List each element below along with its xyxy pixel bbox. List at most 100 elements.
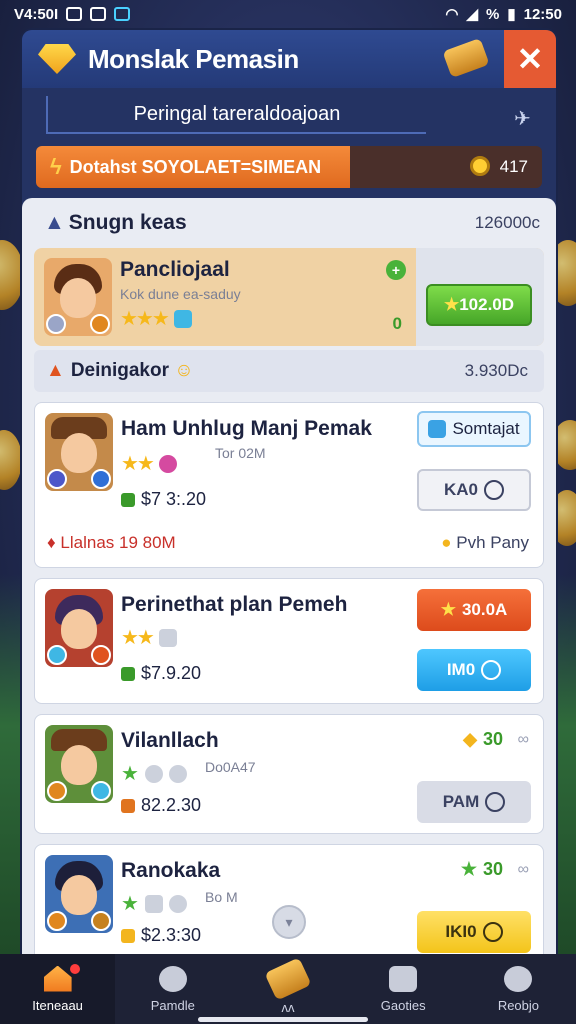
nav-games[interactable]: Gaoties [346,954,461,1024]
upgrade-icon[interactable]: + [386,260,406,280]
item-subtitle: Bo M [205,889,238,905]
person-icon [158,965,187,992]
nav-settings-label: Reobjo [497,997,540,1013]
list-item[interactable]: Perinethat plan Pemeh ★★ $7.9.20 ★ 30.0A… [34,578,544,704]
signal-icon: ◢ [466,6,479,23]
scroll-icon[interactable] [442,38,490,78]
cash-icon [121,492,135,507]
more-icon[interactable]: ∞ [518,861,529,879]
ticket-icon: ◆ [463,729,477,749]
reward-value: ★ 30 [461,859,503,880]
notification-icon [66,7,83,21]
scroll-icon [264,956,312,1001]
list-item[interactable]: Ham Unhlug Manj Pemak Tor 02M ★★ $7 3:.2… [34,402,544,568]
progress-banner: ϟ Dotahst SOYOLAET=SIMEAN 417 [36,146,542,188]
star-rating: ★★ [121,453,155,475]
warning-icon: ▲ [46,360,65,381]
battery-icon: ▮ [507,6,516,23]
item-price-value: 82.2.30 [141,795,202,815]
secondary-action-label: Somtajat [452,419,520,438]
avatar [45,855,113,933]
quest-list: ▲ Snugn keas 126000c Pancliojaal Kok dune… [22,198,556,955]
section-value: 3.930Dc [464,361,528,380]
buy-button-label: 30.0A [461,600,508,619]
close-button[interactable]: ✕ [504,30,556,88]
primary-action-label: KA0 [443,480,478,499]
clock-icon [485,792,506,812]
subtitle-bar: Peringal tareraldoajoan ✈ [22,88,556,142]
element-icon [173,309,192,328]
featured-buy-label: 102.0D [459,295,515,314]
buy-button[interactable]: ★ 30.0A [417,589,531,631]
quest-panel: Monslak Pemasin ✕ Peringal tareraldoajoa… [22,30,556,955]
settings-icon [504,965,533,992]
item-footer-right: ● Pvh Pany [441,533,529,553]
featured-subtitle: Kok dune ea-saduy [120,286,241,302]
star-icon: ★ [121,893,139,915]
primary-action-button[interactable]: PAM [417,781,531,823]
nav-home-label: Iteneaau [32,997,83,1013]
element-icon [158,628,177,647]
heart-icon: ♦ [47,533,56,552]
avatar [44,258,112,336]
nav-home[interactable]: Iteneaau [0,954,116,1024]
item-subtitle: Do0A47 [205,759,256,775]
featured-count: 0 [392,314,402,333]
item-name: Vilanllach [121,729,219,752]
banner-label: Dotahst SOYOLAET=SIMEAN [69,156,322,177]
clock-icon [481,660,502,680]
item-name: Perinethat plan Pemeh [121,593,348,616]
home-indicator [198,1017,368,1022]
more-icon[interactable]: ∞ [518,731,529,749]
item-price: 82.2.30 [121,795,201,816]
section-header: ▲ Deinigakor ☺ 3.930Dc [34,350,544,392]
list-item[interactable]: Vilanllach Do0A47 ★ 82.2.30 ◆ 30 ∞ PAM [34,714,544,834]
triangle-icon: ▲ [44,211,65,234]
background-coin [0,240,24,310]
scroll-down-button[interactable]: ▾ [272,905,306,939]
clock-icon [484,480,504,500]
wifi-icon: ◠ [445,6,459,23]
nav-profile[interactable]: Pamdle [115,954,230,1024]
coin-icon [470,156,490,176]
item-subtitle: Tor 02M [215,445,266,461]
cash-icon [121,666,135,681]
secondary-action-button[interactable]: Somtajat [417,411,531,447]
item-price-value: $2.3:30 [141,925,202,945]
subtitle-tab[interactable]: Peringal tareraldoajoan [46,96,426,134]
primary-action-button[interactable]: IM0 [417,649,531,691]
reward-value: ◆ 30 [463,729,503,750]
reward-label: 30 [482,729,503,749]
primary-action-label: PAM [442,792,480,811]
nav-quests[interactable]: ʌʌ [230,954,345,1024]
star-icon: ★ [121,763,139,785]
battery-percent: % [486,5,500,23]
pin-icon[interactable]: ✈ [514,106,536,130]
item-footer-left-label: Llalnas 19 80M [60,533,176,552]
bottom-navigation: Iteneaau Pamdle ʌʌ Gaoties Reobjo [0,954,576,1024]
item-price: $2.3:30 [121,925,201,946]
primary-action-button[interactable]: KA0 [417,469,531,511]
featured-item[interactable]: Pancliojaal Kok dune ea-saduy ★★★ + 0 ★ … [34,248,544,346]
avatar [45,589,113,667]
primary-action-label: IM0 [446,660,476,679]
nav-profile-label: Pamdle [150,997,195,1013]
nav-settings[interactable]: Reobjo [461,954,576,1024]
item-name: Ham Unhlug Manj Pemak [121,417,372,440]
nav-games-label: Gaoties [380,997,426,1013]
featured-buy-button[interactable]: ★ 102.0D [426,284,532,326]
primary-action-label: IKI0 [445,922,477,941]
primary-action-button[interactable]: IKI0 [417,911,531,953]
status-bar: V4:50I ◠ ◢ % ▮ 12:50 [0,0,576,28]
bolt-icon: ϟ [50,154,62,179]
element-icon [168,894,187,913]
list-title: ▲ Snugn keas [44,211,187,235]
list-header: ▲ Snugn keas 126000c [34,198,544,248]
element-icon [144,894,163,913]
panel-header: Monslak Pemasin ✕ [22,30,556,88]
item-price: $7.9.20 [121,663,201,684]
background-coin [0,430,22,490]
item-footer-right-label: Pvh Pany [456,533,529,552]
element-icon [158,454,177,473]
banner-value: 417 [499,157,528,176]
